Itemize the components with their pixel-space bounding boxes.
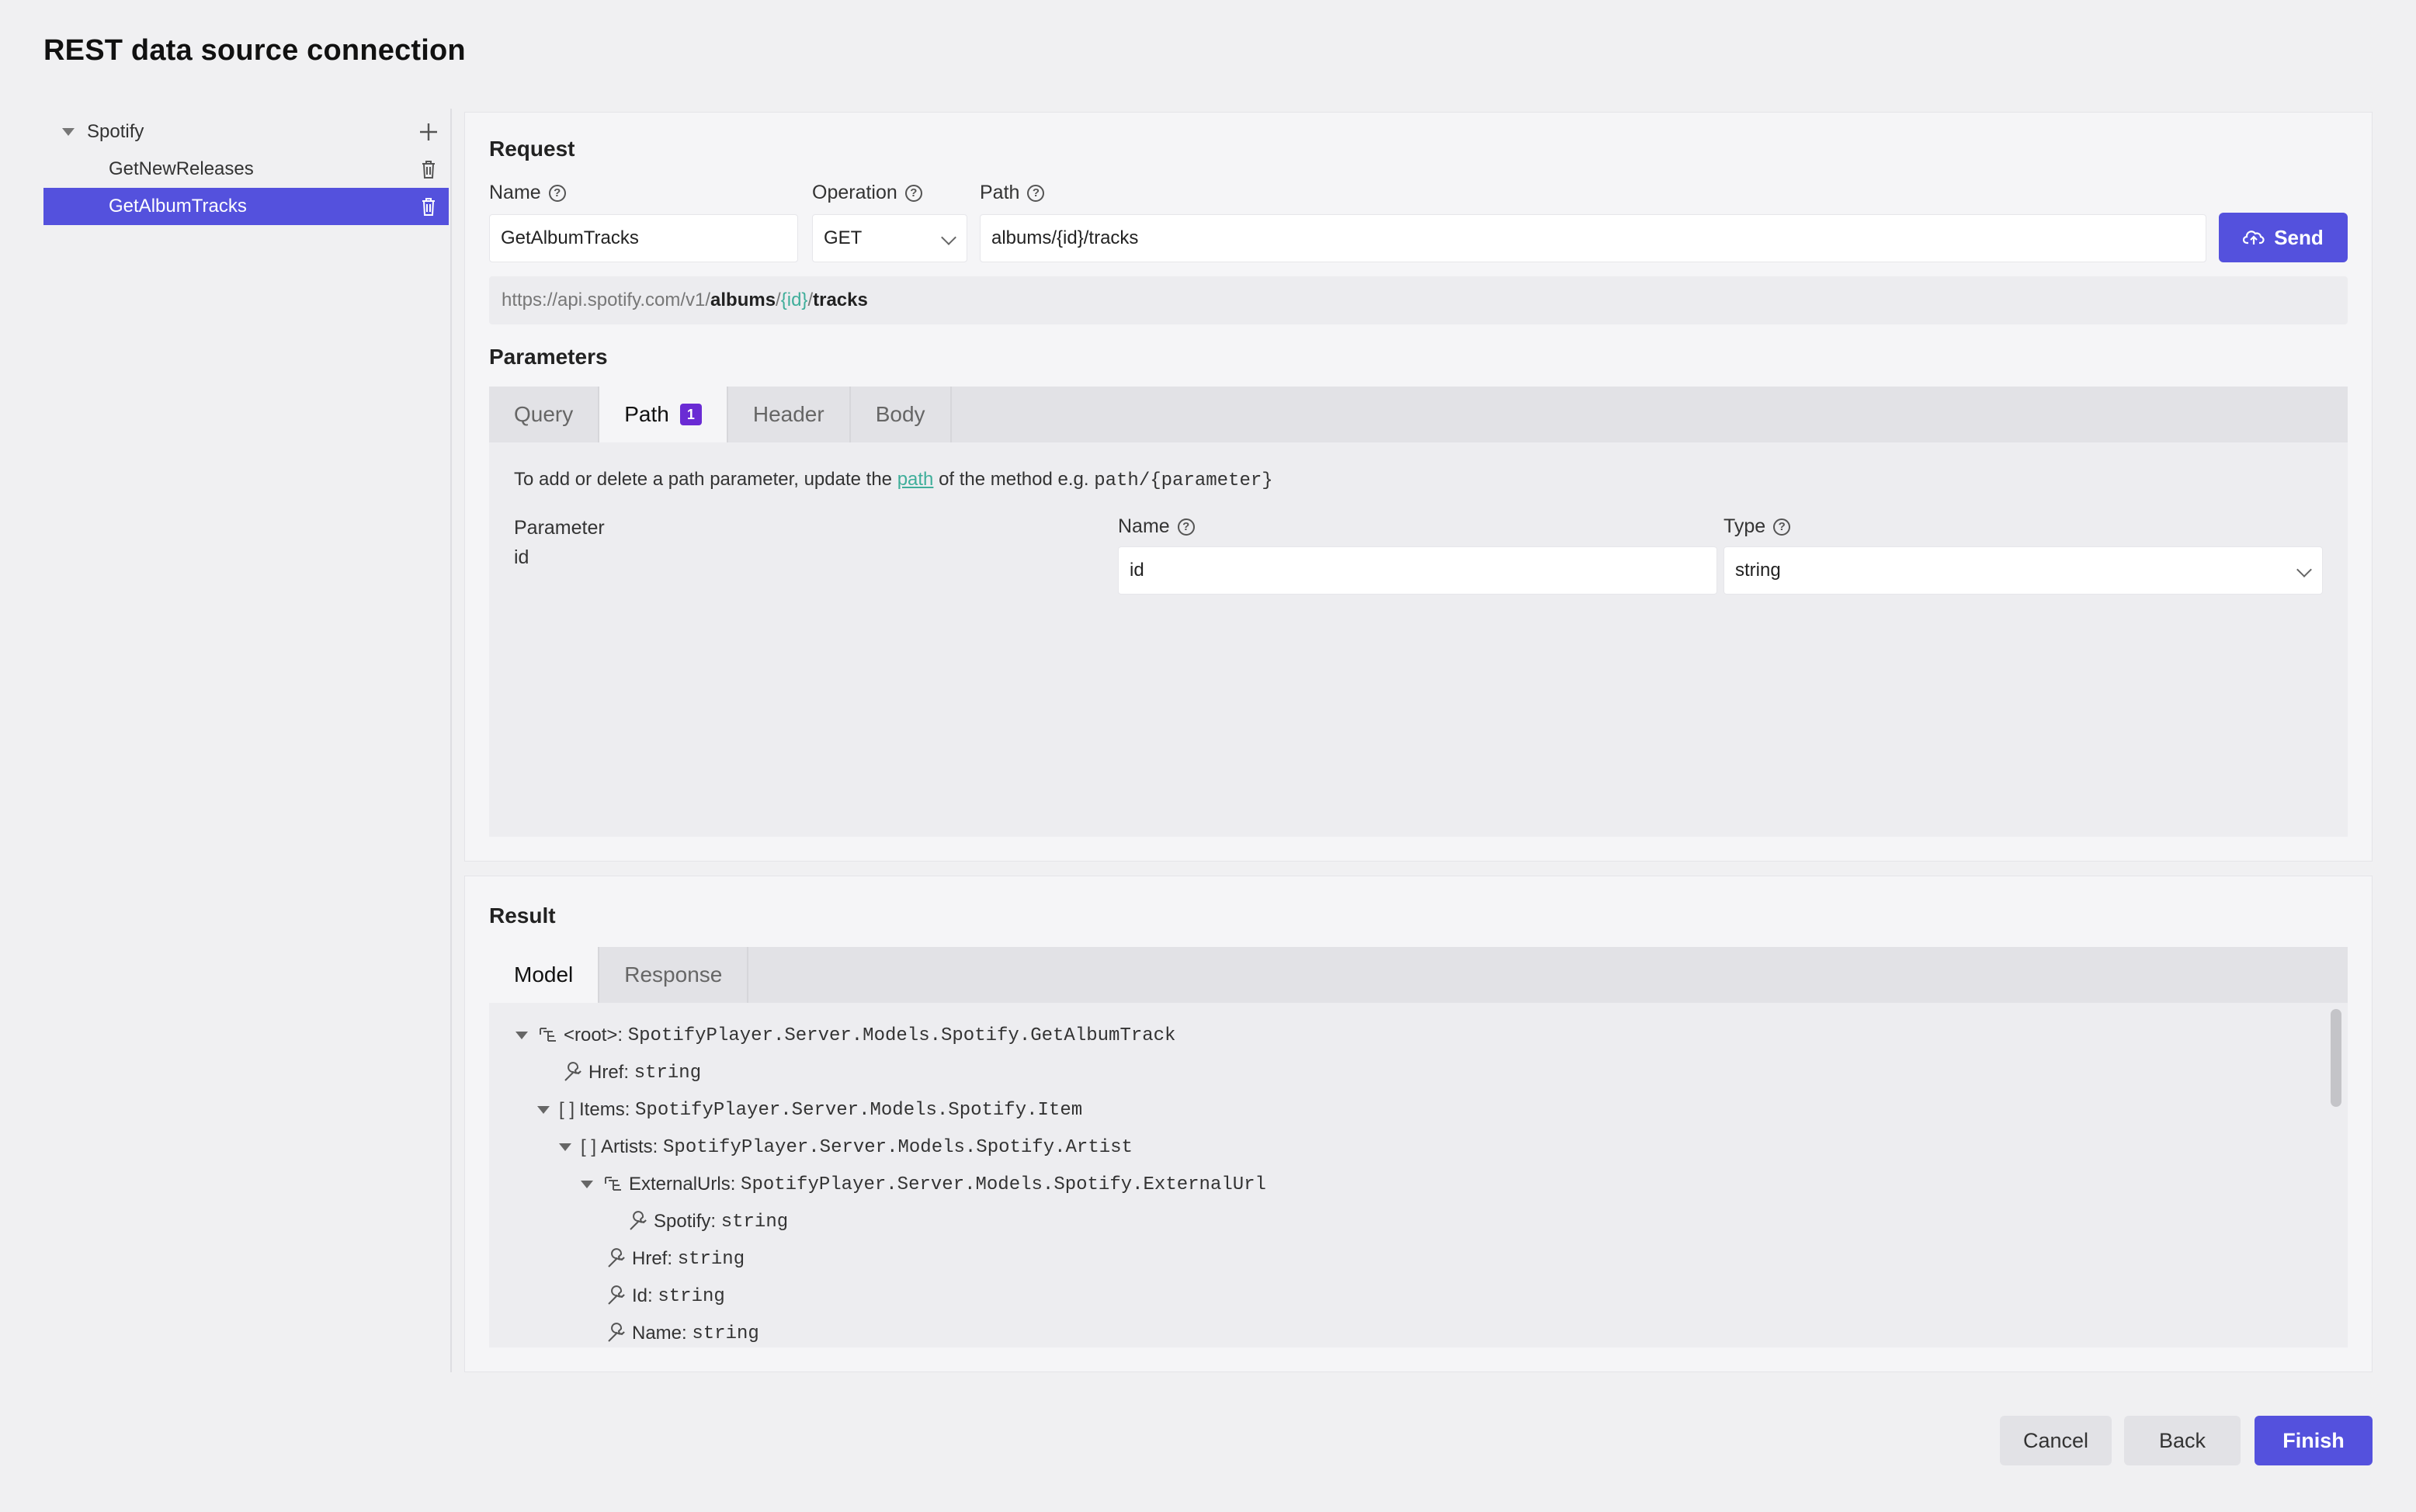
model-row-name[interactable]: Name: string xyxy=(606,1318,759,1347)
chevron-down-icon[interactable] xyxy=(62,128,75,136)
trash-icon[interactable] xyxy=(418,158,439,180)
chevron-down-icon[interactable] xyxy=(559,1143,571,1151)
path-hint: To add or delete a path parameter, updat… xyxy=(514,469,1273,491)
result-section-title: Result xyxy=(489,903,556,928)
parameter-value: id xyxy=(514,546,529,568)
back-button[interactable]: Back xyxy=(2124,1416,2241,1465)
path-input[interactable]: albums/{id}/tracks xyxy=(980,214,2206,262)
model-row-root[interactable]: <root>: SpotifyPlayer.Server.Models.Spot… xyxy=(515,1020,1175,1051)
model-row-spotify[interactable]: Spotify: string xyxy=(627,1206,788,1237)
model-row-externalurls[interactable]: ExternalUrls: SpotifyPlayer.Server.Model… xyxy=(581,1169,1266,1200)
model-row-href[interactable]: Href: string xyxy=(562,1057,701,1088)
wrench-icon xyxy=(630,1211,647,1230)
model-row-href[interactable]: Href: string xyxy=(606,1243,745,1274)
tree-item-getnewreleases[interactable]: GetNewReleases xyxy=(43,151,449,188)
parameter-col-label: Parameter xyxy=(514,517,605,539)
array-icon: [ ] xyxy=(559,1099,575,1120)
tab-path[interactable]: Path 1 xyxy=(599,387,728,442)
finish-button[interactable]: Finish xyxy=(2255,1416,2373,1465)
tree-item-label: GetNewReleases xyxy=(109,158,254,179)
wrench-icon xyxy=(564,1062,581,1081)
tab-model[interactable]: Model xyxy=(489,947,600,1003)
chevron-down-icon[interactable] xyxy=(537,1106,550,1114)
parameters-tabbar: Query Path 1 Header Body xyxy=(489,387,2348,442)
chevron-down-icon xyxy=(2296,562,2312,577)
wrench-icon xyxy=(608,1285,625,1305)
array-icon: [ ] xyxy=(581,1136,597,1157)
help-icon[interactable]: ? xyxy=(1773,518,1791,536)
cloud-upload-icon xyxy=(2243,231,2265,244)
scrollbar-thumb[interactable] xyxy=(2331,1009,2341,1107)
param-name-label: Name ? xyxy=(1118,515,1195,538)
parameters-body xyxy=(489,442,2348,837)
plus-icon[interactable] xyxy=(418,121,439,143)
tab-body[interactable]: Body xyxy=(851,387,952,442)
tab-query[interactable]: Query xyxy=(489,387,600,442)
wrench-icon xyxy=(608,1323,625,1342)
dialog-title: REST data source connection xyxy=(43,34,466,67)
help-icon[interactable]: ? xyxy=(1027,184,1045,202)
model-row-id[interactable]: Id: string xyxy=(606,1281,725,1312)
model-row-items[interactable]: [ ] Items: SpotifyPlayer.Server.Models.S… xyxy=(537,1094,1082,1125)
path-label: Path ? xyxy=(980,182,1045,204)
url-preview: https://api.spotify.com/v1/albums / {id} / t… xyxy=(489,276,2348,324)
model-row-artists[interactable]: [ ] Artists: SpotifyPlayer.Server.Models… xyxy=(559,1132,1133,1163)
operation-label: Operation ? xyxy=(812,182,922,204)
object-icon xyxy=(605,1177,621,1191)
tree-item-spotify[interactable]: Spotify xyxy=(43,113,449,151)
wrench-icon xyxy=(608,1248,625,1268)
path-link[interactable]: path xyxy=(897,469,934,490)
model-tree: <root>: SpotifyPlayer.Server.Models.Spot… xyxy=(489,1003,2348,1347)
tree-item-label: GetAlbumTracks xyxy=(109,196,247,217)
help-icon[interactable]: ? xyxy=(904,184,922,202)
trash-icon[interactable] xyxy=(418,196,439,217)
chevron-down-icon[interactable] xyxy=(515,1032,528,1039)
sidebar-divider xyxy=(450,109,452,1372)
object-icon xyxy=(540,1028,556,1042)
chevron-down-icon xyxy=(941,230,956,245)
tree-item-label: Spotify xyxy=(87,121,144,142)
param-name-input[interactable]: id xyxy=(1118,546,1717,595)
operation-select[interactable]: GET xyxy=(812,214,967,262)
send-button[interactable]: Send xyxy=(2219,213,2348,262)
count-badge: 1 xyxy=(679,404,702,425)
operations-tree: Spotify GetNewReleases GetAlbumTracks xyxy=(43,113,449,225)
result-tabbar: Model Response xyxy=(489,947,2348,1003)
param-type-label: Type ? xyxy=(1723,515,1791,538)
tab-response[interactable]: Response xyxy=(599,947,749,1003)
name-input[interactable]: GetAlbumTracks xyxy=(489,214,798,262)
chevron-down-icon[interactable] xyxy=(581,1181,593,1188)
cancel-button[interactable]: Cancel xyxy=(2000,1416,2112,1465)
tab-header[interactable]: Header xyxy=(728,387,851,442)
parameters-section-title: Parameters xyxy=(489,345,608,369)
tree-item-getalbumtracks[interactable]: GetAlbumTracks xyxy=(43,188,449,225)
help-icon[interactable]: ? xyxy=(548,184,566,202)
param-type-select[interactable]: string xyxy=(1723,546,2323,595)
name-label: Name ? xyxy=(489,182,566,204)
request-section-title: Request xyxy=(489,137,575,161)
help-icon[interactable]: ? xyxy=(1177,518,1195,536)
